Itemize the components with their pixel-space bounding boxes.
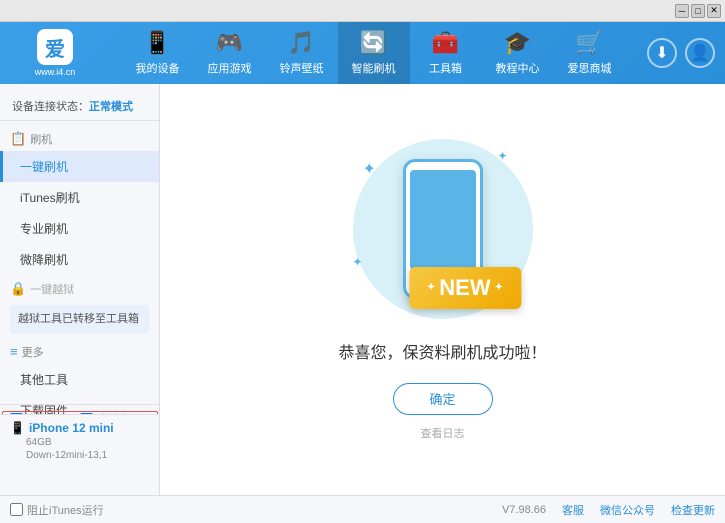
more-section-title: 更多 — [22, 344, 44, 360]
flash-section-icon: 📋 — [10, 131, 26, 147]
sidebar: 设备连接状态：正常模式 📋 刷机 一键刷机 iTunes刷机 专业刷机 微降刷机… — [0, 84, 160, 495]
nav-my-device[interactable]: 📱 我的设备 — [122, 22, 194, 84]
nav-toolbox[interactable]: 🧰 工具箱 — [410, 22, 482, 84]
nav-toolbox-label: 工具箱 — [429, 60, 462, 76]
stop-itunes-checkbox[interactable] — [10, 503, 23, 516]
version-text: V7.98.66 — [502, 504, 546, 516]
nav-my-device-label: 我的设备 — [136, 60, 180, 76]
sidebar-section-jailbreak: 🔒 一键越狱 — [0, 275, 159, 301]
device-info: 📱 iPhone 12 mini 64GB Down-12mini-13,1 — [0, 414, 160, 467]
new-badge: NEW — [409, 267, 521, 309]
nav-shop-label: 爱思商城 — [568, 60, 612, 76]
nav-smart-flash-label: 智能刷机 — [352, 60, 396, 76]
bottom-bar: 阻止iTunes运行 V7.98.66 客服 微信公众号 检查更新 — [0, 495, 725, 523]
status-value: 正常模式 — [89, 101, 133, 113]
status-label: 设备连接状态： — [12, 101, 89, 113]
daily-log-link[interactable]: 查看日志 — [421, 425, 465, 441]
nav-smart-flash[interactable]: 🔄 智能刷机 — [338, 22, 410, 84]
phone-screen — [410, 170, 476, 270]
confirm-button[interactable]: 确定 — [393, 383, 493, 415]
sidebar-section-flash: 📋 刷机 — [0, 125, 159, 151]
nav-shop[interactable]: 🛒 爱思商城 — [554, 22, 626, 84]
smart-flash-icon: 🔄 — [360, 30, 387, 56]
content-area: ✦ ✦ ✦ NEW 恭喜您，保资料刷机成功啦！ 确定 查看日志 — [160, 84, 725, 495]
nav-tutorials-label: 教程中心 — [496, 60, 540, 76]
logo[interactable]: 爱 www.i4.cn — [10, 29, 100, 77]
ringtones-icon: 🎵 — [288, 30, 315, 56]
logo-url: www.i4.cn — [35, 67, 76, 77]
jailbreak-note: 越狱工具已转移至工具箱 — [10, 305, 149, 334]
sidebar-item-one-click-flash[interactable]: 一键刷机 — [0, 151, 159, 182]
my-device-icon: 📱 — [144, 30, 171, 56]
apps-games-icon: 🎮 — [216, 30, 243, 56]
wechat-link[interactable]: 微信公众号 — [600, 502, 655, 518]
nav-bar: 📱 我的设备 🎮 应用游戏 🎵 铃声壁纸 🔄 智能刷机 🧰 工具箱 🎓 教程中心… — [100, 22, 647, 84]
jailbreak-section-icon: 🔒 — [10, 281, 26, 297]
jailbreak-section-title: 一键越狱 — [30, 281, 74, 297]
header-right: ⬇ 👤 — [647, 38, 715, 68]
main-area: 设备连接状态：正常模式 📋 刷机 一键刷机 iTunes刷机 专业刷机 微降刷机… — [0, 84, 725, 495]
logo-icon: 爱 — [37, 29, 73, 65]
sidebar-item-downgrade-flash[interactable]: 微降刷机 — [0, 244, 159, 275]
sparkle-icon-3: ✦ — [353, 255, 363, 269]
maximize-button[interactable]: □ — [691, 4, 705, 18]
sidebar-item-itunes-flash[interactable]: iTunes刷机 — [0, 182, 159, 213]
sidebar-item-pro-flash[interactable]: 专业刷机 — [0, 213, 159, 244]
toolbox-icon: 🧰 — [432, 30, 459, 56]
device-phone-icon: 📱 — [10, 421, 25, 435]
title-bar: ─ □ ✕ — [0, 0, 725, 22]
bottom-left: 阻止iTunes运行 — [10, 502, 104, 518]
nav-tutorials[interactable]: 🎓 教程中心 — [482, 22, 554, 84]
flash-section-title: 刷机 — [30, 131, 52, 147]
sparkle-icon-2: ✦ — [497, 149, 507, 163]
device-name: 📱 iPhone 12 mini — [10, 421, 150, 435]
phone-illustration: ✦ ✦ ✦ NEW — [343, 139, 543, 319]
nav-ringtones[interactable]: 🎵 铃声壁纸 — [266, 22, 338, 84]
device-version: Down-12mini-13,1 — [10, 450, 150, 461]
nav-ringtones-label: 铃声壁纸 — [280, 60, 324, 76]
success-message: 恭喜您，保资料刷机成功啦！ — [338, 339, 546, 363]
update-link[interactable]: 检查更新 — [671, 502, 715, 518]
minimize-button[interactable]: ─ — [675, 4, 689, 18]
tutorials-icon: 🎓 — [504, 30, 531, 56]
download-button[interactable]: ⬇ — [647, 38, 677, 68]
sparkle-icon-1: ✦ — [363, 159, 376, 179]
nav-apps-games[interactable]: 🎮 应用游戏 — [194, 22, 266, 84]
sidebar-section-more: ≡ 更多 — [0, 338, 159, 364]
header: 爱 www.i4.cn 📱 我的设备 🎮 应用游戏 🎵 铃声壁纸 🔄 智能刷机 … — [0, 22, 725, 84]
device-storage: 64GB — [10, 437, 150, 448]
more-section-icon: ≡ — [10, 344, 18, 359]
sidebar-item-other-tools[interactable]: 其他工具 — [0, 364, 159, 395]
close-button[interactable]: ✕ — [707, 4, 721, 18]
account-button[interactable]: 👤 — [685, 38, 715, 68]
bottom-right: V7.98.66 客服 微信公众号 检查更新 — [502, 502, 715, 518]
stop-itunes-label: 阻止iTunes运行 — [27, 502, 104, 518]
support-link[interactable]: 客服 — [562, 502, 584, 518]
nav-apps-games-label: 应用游戏 — [208, 60, 252, 76]
device-status: 设备连接状态：正常模式 — [0, 92, 159, 121]
shop-icon: 🛒 — [576, 30, 603, 56]
